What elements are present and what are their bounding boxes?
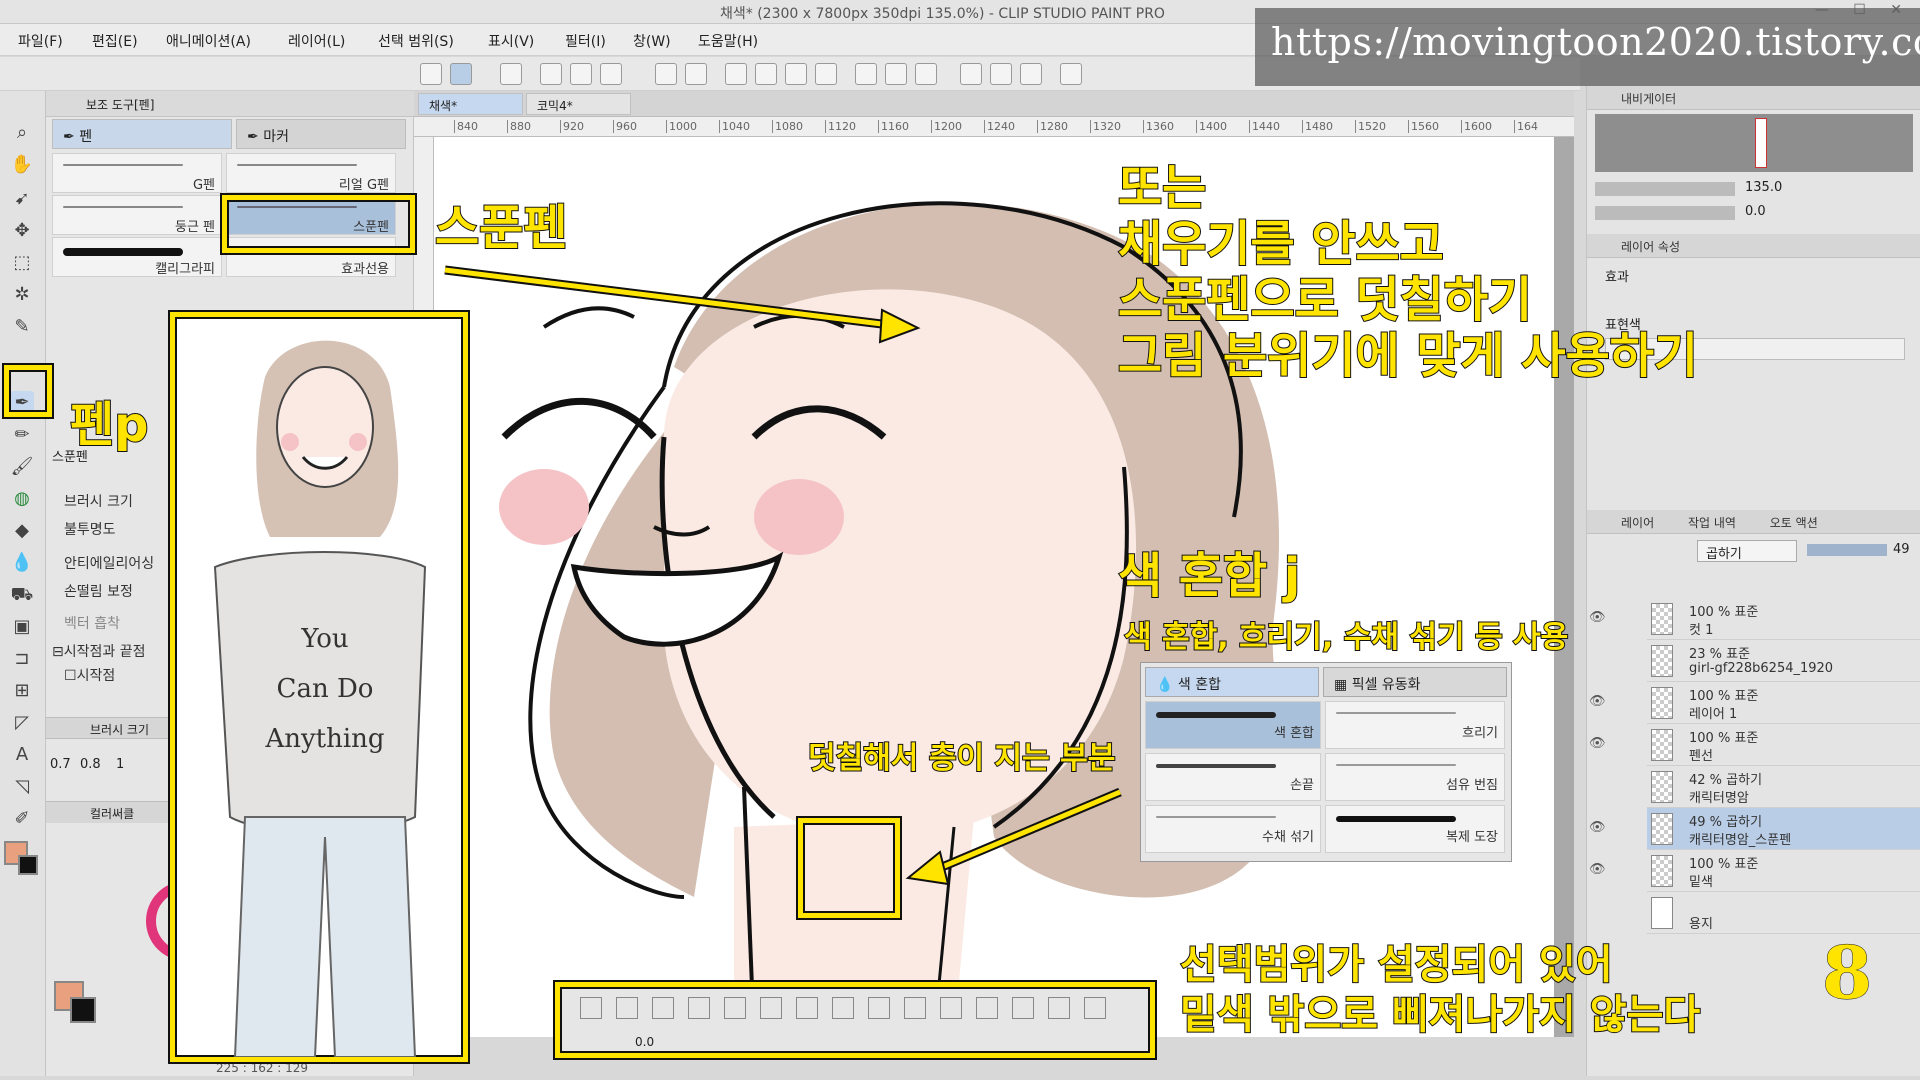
annotation-layered-part: 덧칠해서 층이 지는 부분 [807,740,1116,777]
annotation-spoon-pen: 스푼펜 [434,199,568,257]
annotation-pen-p: 펜p [69,396,150,454]
page-number: 8 [1821,930,1873,1016]
annotation-color-mix-title: 색 혼합 j [1117,547,1301,605]
annotation-selection-note: 선택범위가 설정되어 있어 밑색 밖으로 삐져나가지 않는다 [1179,941,1701,1039]
annotation-alternative: 또는 채우기를 안쓰고 스푼펜으로 덧칠하기 그림 분위기에 맞게 사용하기 [1117,159,1699,385]
annotation-color-mix-desc: 색 혼합, 흐리기, 수채 섞기 등 사용 [1123,619,1569,656]
